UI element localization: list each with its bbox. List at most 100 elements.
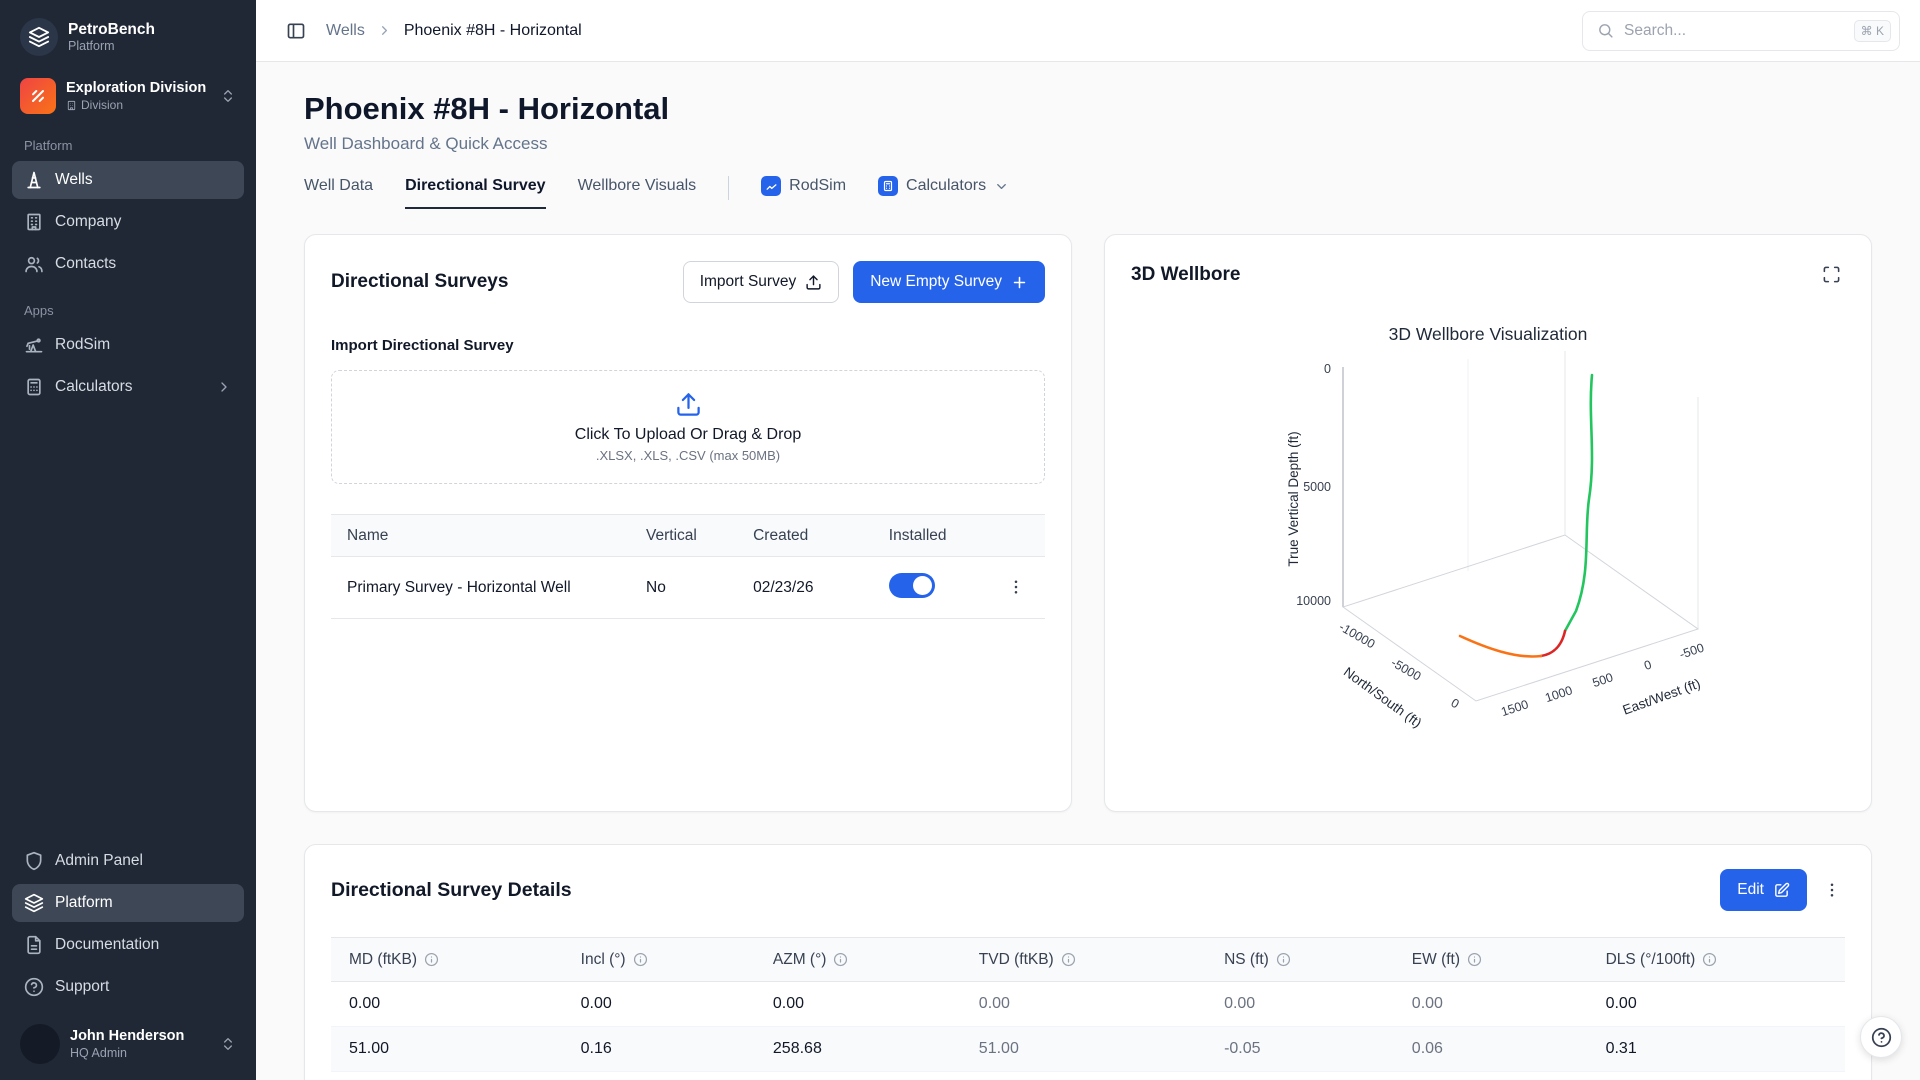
tab-rodsim[interactable]: RodSim [761,176,846,210]
cell-dls: 0.31 [1588,1027,1845,1072]
tab-calculators[interactable]: Calculators [878,176,1009,210]
sidebar-item-company[interactable]: Company [12,203,244,241]
new-empty-survey-button[interactable]: New Empty Survey [853,261,1045,303]
kebab-menu-icon [1823,881,1841,899]
upload-icon [675,391,702,418]
search-input[interactable] [1624,22,1844,40]
sidebar-item-label: Contacts [55,255,116,273]
chevron-right-icon [216,379,232,395]
table-row: 51.00 0.16 258.68 51.00 -0.05 0.06 0.31 [331,1027,1845,1072]
sidebar-section-apps: Apps [12,287,244,326]
import-section-label: Import Directional Survey [331,337,1045,354]
survey-created: 02/23/26 [745,557,881,619]
svg-text:10000: 10000 [1296,594,1331,608]
svg-text:5000: 5000 [1303,480,1331,494]
sidebar-item-rodsim[interactable]: RodSim [12,326,244,364]
breadcrumb-wells[interactable]: Wells [326,22,365,40]
building-icon [66,100,77,111]
svg-text:0: 0 [1642,657,1653,672]
info-icon[interactable] [633,952,648,967]
chevrons-up-down-icon [220,1036,236,1052]
user-name: John Henderson [70,1028,210,1044]
help-circle-icon [1871,1027,1892,1048]
cell-ns: -0.05 [1206,1027,1394,1072]
rodsim-app-icon [761,176,781,196]
org-icon [20,78,56,114]
info-icon[interactable] [833,952,848,967]
sidebar-item-admin-panel[interactable]: Admin Panel [12,842,244,880]
import-survey-button[interactable]: Import Survey [683,261,839,303]
sidebar: PetroBench Platform Exploration Division… [0,0,256,1080]
sidebar-item-label: Support [55,978,109,996]
cell-tvd: 51.00 [961,1027,1206,1072]
help-button[interactable] [1860,1016,1902,1058]
card-title: Directional Surveys [331,271,508,293]
user-role: HQ Admin [70,1046,210,1060]
info-icon[interactable] [1467,952,1482,967]
sidebar-item-platform[interactable]: Platform [12,884,244,922]
panel-left-icon [286,21,306,41]
col-header-incl: Incl (°) [563,938,755,982]
user-menu[interactable]: John Henderson HQ Admin [12,1014,244,1066]
installed-toggle[interactable] [889,573,935,598]
dropzone-hint: .XLSX, .XLS, .CSV (max 50MB) [596,448,780,463]
details-menu-button[interactable] [1819,877,1845,903]
help-circle-icon [24,977,44,997]
tab-wellbore-visuals[interactable]: Wellbore Visuals [578,177,697,209]
sidebar-item-label: Admin Panel [55,852,143,870]
sidebar-item-wells[interactable]: Wells [12,161,244,199]
tab-bar: Well Data Directional Survey Wellbore Vi… [304,178,1872,208]
calculator-icon [24,377,44,397]
card-title: Directional Survey Details [331,879,572,902]
svg-text:True Vertical Depth (ft): True Vertical Depth (ft) [1286,431,1301,566]
pumpjack-icon [24,335,44,355]
svg-text:1500: 1500 [1499,697,1530,719]
info-icon[interactable] [1061,952,1076,967]
info-icon[interactable] [1702,952,1717,967]
upload-dropzone[interactable]: Click To Upload Or Drag & Drop .XLSX, .X… [331,370,1045,484]
survey-details-table: MD (ftKB) Incl (°) AZM (°) TVD (ftKB) NS… [331,937,1845,1080]
sidebar-footer: Admin Panel Platform Documentation Suppo… [12,842,244,1066]
search-icon [1597,22,1614,39]
sidebar-item-label: RodSim [55,336,110,354]
svg-text:-500: -500 [1678,641,1706,662]
col-header-dls: DLS (°/100ft) [1588,938,1845,982]
derrick-icon [24,170,44,190]
sidebar-item-support[interactable]: Support [12,968,244,1006]
surveys-table: Name Vertical Created Installed Primary … [331,514,1045,619]
breadcrumb-current: Phoenix #8H - Horizontal [404,22,582,40]
info-icon[interactable] [1276,952,1291,967]
org-switcher[interactable]: Exploration Division Division [12,70,244,122]
info-icon[interactable] [424,952,439,967]
card-title: 3D Wellbore [1131,264,1240,286]
cell-incl: 0.16 [563,1027,755,1072]
table-row: 148.00 0.18 280.95 148.00 -0.05 -0.23 0.… [331,1072,1845,1080]
page-title: Phoenix #8H - Horizontal [304,92,1872,126]
sidebar-item-calculators[interactable]: Calculators [12,368,244,406]
svg-text:-10000: -10000 [1337,620,1378,652]
survey-row-menu-button[interactable] [1003,574,1029,600]
tab-well-data[interactable]: Well Data [304,177,373,209]
wellbore-3d-plot[interactable]: 0 5000 10000 True Vertical Depth (ft) -1… [1158,349,1818,757]
cell-ns: 0.00 [1206,982,1394,1027]
table-row: 0.00 0.00 0.00 0.00 0.00 0.00 0.00 [331,982,1845,1027]
wellbore-chart-title: 3D Wellbore Visualization [1131,324,1845,345]
sidebar-item-documentation[interactable]: Documentation [12,926,244,964]
cell-azm: 280.95 [755,1072,961,1080]
petrobench-logo-icon [20,18,58,56]
building-icon [24,212,44,232]
avatar [20,1024,60,1064]
edit-button[interactable]: Edit [1720,869,1807,911]
cell-md: 0.00 [331,982,563,1027]
sidebar-item-contacts[interactable]: Contacts [12,245,244,283]
sidebar-section-platform: Platform [12,122,244,161]
directional-surveys-card: Directional Surveys Import Survey New Em… [304,234,1072,812]
expand-button[interactable] [1818,261,1845,288]
document-icon [24,935,44,955]
breadcrumb: Wells Phoenix #8H - Horizontal [326,22,582,40]
cell-ew: 0.06 [1394,1027,1588,1072]
users-icon [24,254,44,274]
sidebar-toggle-button[interactable] [282,17,310,45]
global-search: ⌘ K [1582,11,1900,51]
tab-directional-survey[interactable]: Directional Survey [405,177,546,209]
